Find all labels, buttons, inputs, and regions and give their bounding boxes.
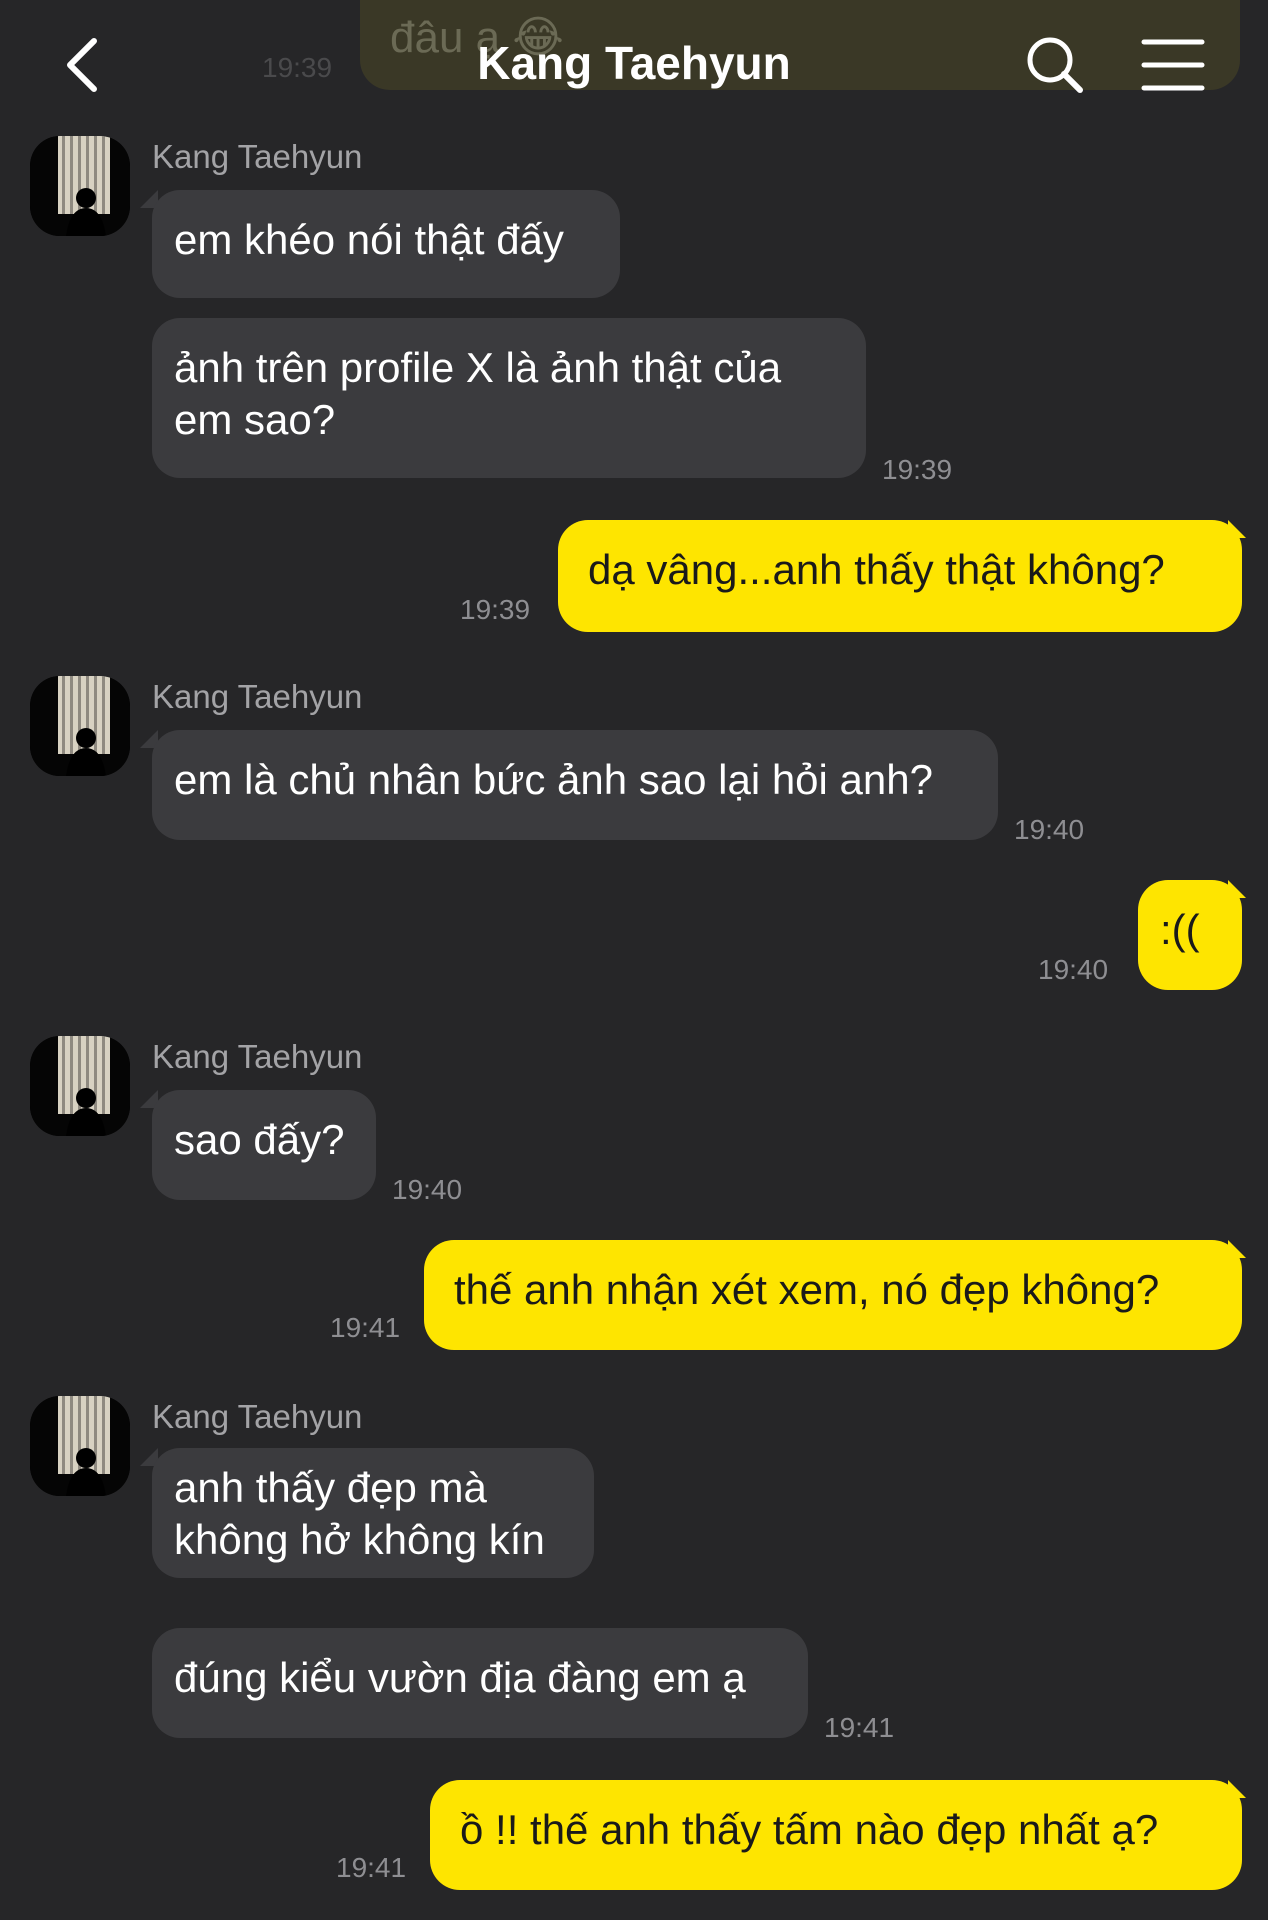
message-time: 19:40 <box>1014 814 1085 845</box>
incoming-message-bubble[interactable]: đúng kiểu vườn địa đàng em ạ <box>152 1628 808 1738</box>
bubble-tail <box>1228 880 1246 898</box>
search-button[interactable] <box>1022 32 1088 98</box>
contact-avatar[interactable] <box>30 1036 130 1136</box>
outgoing-message-bubble[interactable]: ồ !! thế anh thấy tấm nào đẹp nhất ạ? <box>430 1780 1242 1890</box>
contact-avatar[interactable] <box>30 676 130 776</box>
menu-icon <box>1141 39 1205 91</box>
bubble-tail <box>1228 1780 1246 1798</box>
chat-header: đâu ạ 😂 19:39 Kang Taehyun <box>0 0 1268 128</box>
contact-avatar[interactable] <box>30 136 130 236</box>
search-icon <box>1027 37 1083 93</box>
incoming-message-bubble[interactable]: em khéo nói thật đấy <box>152 190 620 298</box>
incoming-message-bubble[interactable]: ảnh trên profile X là ảnh thật của em sa… <box>152 318 866 478</box>
outgoing-message-bubble[interactable]: dạ vâng...anh thấy thật không? <box>558 520 1242 632</box>
message-time: 19:39 <box>882 454 953 485</box>
sender-name: Kang Taehyun <box>152 678 363 715</box>
message-time: 19:41 <box>336 1852 407 1883</box>
bubble-tail <box>1228 520 1246 538</box>
sender-name: Kang Taehyun <box>152 138 363 175</box>
avatar-image <box>30 1396 130 1496</box>
message-time: 19:40 <box>392 1174 463 1205</box>
incoming-message-bubble[interactable]: sao đấy? <box>152 1090 376 1200</box>
message-time: 19:41 <box>330 1312 401 1343</box>
incoming-message-bubble[interactable]: anh thấy đẹp mà không hở không kín <box>152 1448 594 1578</box>
incoming-message-bubble[interactable]: em là chủ nhân bức ảnh sao lại hỏi anh? <box>152 730 998 840</box>
avatar-image <box>30 1036 130 1136</box>
message-time: 19:41 <box>824 1712 895 1743</box>
menu-button[interactable] <box>1140 32 1206 98</box>
avatar-image <box>30 136 130 236</box>
sender-name: Kang Taehyun <box>152 1398 363 1435</box>
outgoing-message-bubble[interactable]: thế anh nhận xét xem, nó đẹp không? <box>424 1240 1242 1350</box>
bubble-tail <box>1228 1240 1246 1258</box>
contact-avatar[interactable] <box>30 1396 130 1496</box>
message-time: 19:40 <box>1038 954 1109 985</box>
message-time: 19:39 <box>460 594 531 625</box>
avatar-image <box>30 676 130 776</box>
sender-name: Kang Taehyun <box>152 1038 363 1075</box>
outgoing-message-bubble[interactable]: :(( <box>1138 880 1242 990</box>
